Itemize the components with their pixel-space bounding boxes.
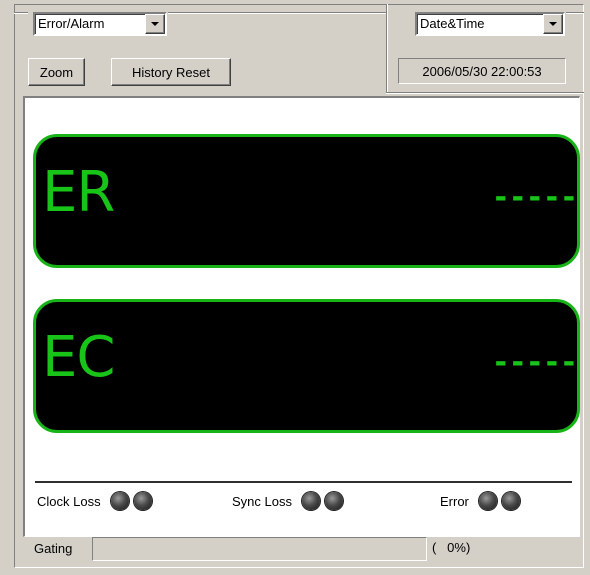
er-readout: ER ----- <box>33 134 580 268</box>
datetime-select[interactable]: Date&Time <box>415 12 565 36</box>
clock-loss-led-icon <box>110 492 129 510</box>
measurement-display-panel: ER ----- EC ----- Clock Loss Sync Loss E… <box>23 96 580 537</box>
clock-loss-indicator: Clock Loss <box>37 489 157 513</box>
group-border-right <box>566 12 584 14</box>
ec-readout: EC ----- <box>33 299 580 433</box>
gating-percent: ( 0%) <box>432 540 471 555</box>
error-label: Error <box>440 493 469 509</box>
datetime-display: 2006/05/30 22:00:53 <box>398 58 566 84</box>
indicator-separator <box>35 481 572 483</box>
error-history-led-icon <box>501 492 520 510</box>
sync-loss-history-led-icon <box>324 492 343 510</box>
er-label: ER <box>42 160 115 225</box>
group-border-mid <box>168 12 386 14</box>
header-divider-vertical <box>386 4 388 94</box>
history-reset-button[interactable]: History Reset <box>111 58 231 86</box>
group-border-left <box>14 12 28 14</box>
gating-label: Gating <box>34 541 73 556</box>
error-indicator: Error <box>440 489 525 513</box>
sync-loss-led-icon <box>301 492 320 510</box>
chevron-down-icon[interactable] <box>543 14 563 34</box>
er-value: ----- <box>491 180 578 215</box>
sync-loss-label: Sync Loss <box>232 493 292 509</box>
sync-loss-indicator: Sync Loss <box>232 489 348 513</box>
header-divider-horizontal <box>386 92 584 94</box>
error-alarm-select[interactable]: Error/Alarm <box>33 12 167 36</box>
ec-value: ----- <box>491 345 578 380</box>
ec-label: EC <box>42 325 115 390</box>
error-led-icon <box>478 492 497 510</box>
error-alarm-select-value: Error/Alarm <box>38 16 105 31</box>
chevron-down-icon[interactable] <box>145 14 165 34</box>
zoom-button[interactable]: Zoom <box>28 58 85 86</box>
gating-progress-bar <box>92 537 427 561</box>
clock-loss-history-led-icon <box>133 492 152 510</box>
datetime-select-value: Date&Time <box>420 16 485 31</box>
clock-loss-label: Clock Loss <box>37 493 101 509</box>
